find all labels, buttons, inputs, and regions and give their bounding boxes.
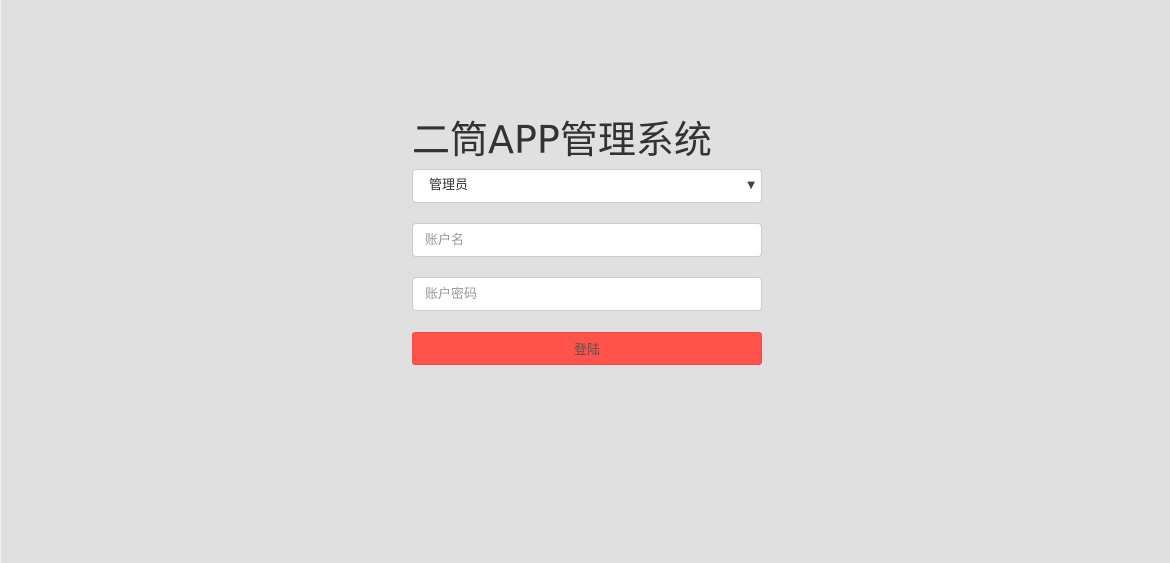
caret-down-icon: ▼ xyxy=(747,180,755,191)
role-select[interactable]: 管理员 ▼ xyxy=(412,169,762,203)
username-input[interactable] xyxy=(412,223,762,257)
role-select-value: 管理员 xyxy=(429,178,469,193)
page-title: 二筒APP管理系统 xyxy=(412,118,712,162)
login-button[interactable]: 登陆 xyxy=(412,332,762,365)
password-input[interactable] xyxy=(412,277,762,311)
login-panel: 二筒APP管理系统 管理员 ▼ 登陆 xyxy=(412,112,762,365)
